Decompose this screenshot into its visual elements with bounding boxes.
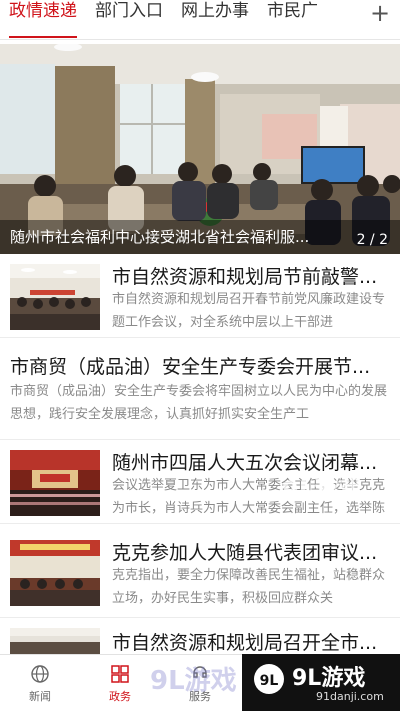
nav-label: 政务 (109, 690, 131, 703)
logo-brand: 9L游戏 (292, 666, 366, 691)
news-summary: 市商贸（成品油）安全生产专委会将牢固树立以人民为中心的发展思想，践行安全发展理念… (10, 384, 388, 422)
logo-site: 91danji.com (316, 690, 384, 703)
news-thumbnail (10, 628, 100, 654)
tab-bumen[interactable]: 部门入口 (86, 0, 172, 39)
tab-label: 部门入口 (95, 0, 163, 21)
news-title: 克克参加人大随县代表团审议... (112, 542, 378, 564)
news-thumbnail (10, 540, 100, 606)
banner-carousel[interactable]: 随州市社会福利中心接受湖北省社会福利服... 2 / 2 (0, 44, 400, 254)
watermark-text: 9L游戏 (150, 666, 237, 696)
news-title: 市商贸（成品油）安全生产专委会开展节... (10, 356, 371, 378)
top-tab-bar: 政情速递 部门入口 网上办事 市民广 + (0, 0, 400, 40)
plus-icon[interactable]: + (360, 0, 400, 27)
banner-pager: 2 / 2 (356, 232, 388, 248)
tab-shimin[interactable]: 市民广 (258, 0, 327, 39)
logo-icon: 9L (254, 664, 284, 694)
news-thumbnail (10, 450, 100, 516)
news-item[interactable]: 市自然资源和规划局节前敲警... 市自然资源和规划局召开春节前党风廉政建设专题工… (0, 256, 400, 338)
banner-caption: 随州市社会福利中心接受湖北省社会福利服... (0, 220, 400, 254)
tab-label: 政情速递 (9, 0, 77, 21)
grid-icon (111, 665, 129, 683)
nav-government[interactable]: 政务 (95, 664, 145, 704)
globe-icon (31, 665, 49, 683)
tab-label: 市民广 (267, 0, 318, 21)
news-summary: 克克指出，要全力保障改善民生福祉，站稳群众立场，办好民生实事，积极回应群众关 (112, 568, 386, 606)
tab-wangshang[interactable]: 网上办事 (172, 0, 258, 39)
news-title: 市自然资源和规划局召开全市... (112, 632, 378, 654)
news-thumbnail (10, 264, 100, 330)
news-item[interactable]: 克克参加人大随县代表团审议... 克克指出，要全力保障改善民生福祉，站稳群众立场… (0, 526, 400, 618)
nav-label: 新闻 (29, 690, 51, 703)
banner-caption-text: 随州市社会福利中心接受湖北省社会福利服... (10, 228, 310, 246)
news-summary: 市自然资源和规划局召开春节前党风廉政建设专题工作会议，对全系统中层以上干部进 (112, 292, 386, 330)
nav-news[interactable]: 新闻 (15, 664, 65, 704)
svg-text:9L: 9L (260, 673, 279, 689)
news-title: 市自然资源和规划局节前敲警... (112, 266, 378, 288)
news-item[interactable]: 市自然资源和规划局召开全市... (0, 620, 400, 654)
news-item[interactable]: 市商贸（成品油）安全生产专委会开展节... 市商贸（成品油）安全生产专委会将牢固… (0, 340, 400, 440)
tab-zhengqing[interactable]: 政情速递 (0, 0, 86, 39)
tab-label: 网上办事 (181, 0, 249, 21)
watermark-text: 9L游戏 (282, 476, 362, 504)
